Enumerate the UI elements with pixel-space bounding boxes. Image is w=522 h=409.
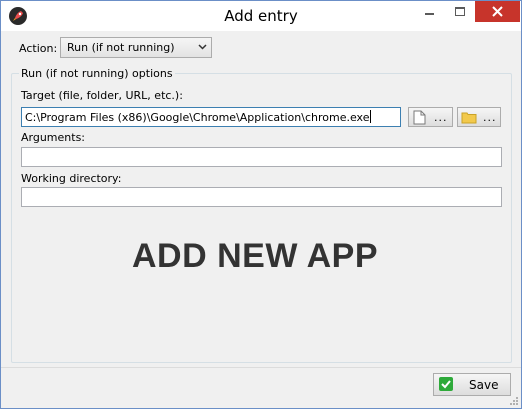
working-directory-label: Working directory: xyxy=(21,172,122,185)
target-input[interactable]: C:\Program Files (x86)\Google\Chrome\App… xyxy=(21,107,401,127)
text-caret xyxy=(370,110,372,123)
file-icon xyxy=(413,110,426,125)
arguments-label: Arguments: xyxy=(21,131,86,144)
action-label: Action: xyxy=(19,42,58,55)
action-selected-value: Run (if not running) xyxy=(67,41,175,54)
maximize-icon xyxy=(455,7,465,16)
maximize-button[interactable] xyxy=(446,1,473,22)
folder-icon xyxy=(461,112,477,124)
save-button-label: Save xyxy=(469,378,499,392)
options-group-title: Run (if not running) options xyxy=(19,67,175,80)
target-label: Target (file, folder, URL, etc.): xyxy=(21,89,183,102)
action-select[interactable]: Run (if not running) xyxy=(60,37,212,58)
minimize-icon xyxy=(425,13,434,15)
close-icon xyxy=(492,6,503,17)
add-entry-window: Add entry Action: Run (if not running) R… xyxy=(0,0,522,409)
browse-file-button[interactable]: ... xyxy=(408,107,453,127)
target-input-value: C:\Program Files (x86)\Google\Chrome\App… xyxy=(25,111,370,124)
chevron-down-icon xyxy=(198,44,207,50)
resize-grip-icon[interactable] xyxy=(508,395,518,405)
minimize-button[interactable] xyxy=(415,1,443,22)
arguments-input[interactable] xyxy=(21,147,502,167)
close-button[interactable] xyxy=(475,1,520,22)
window-title: Add entry xyxy=(224,7,298,25)
working-directory-input[interactable] xyxy=(21,187,502,207)
browse-file-label: ... xyxy=(434,111,448,124)
save-button[interactable]: Save xyxy=(433,373,511,396)
add-new-app-overlay-text: ADD NEW APP xyxy=(131,237,379,275)
browse-folder-label: ... xyxy=(483,111,497,124)
browse-folder-button[interactable]: ... xyxy=(457,107,501,127)
title-bar[interactable]: Add entry xyxy=(1,1,521,31)
checkmark-icon xyxy=(439,377,453,391)
